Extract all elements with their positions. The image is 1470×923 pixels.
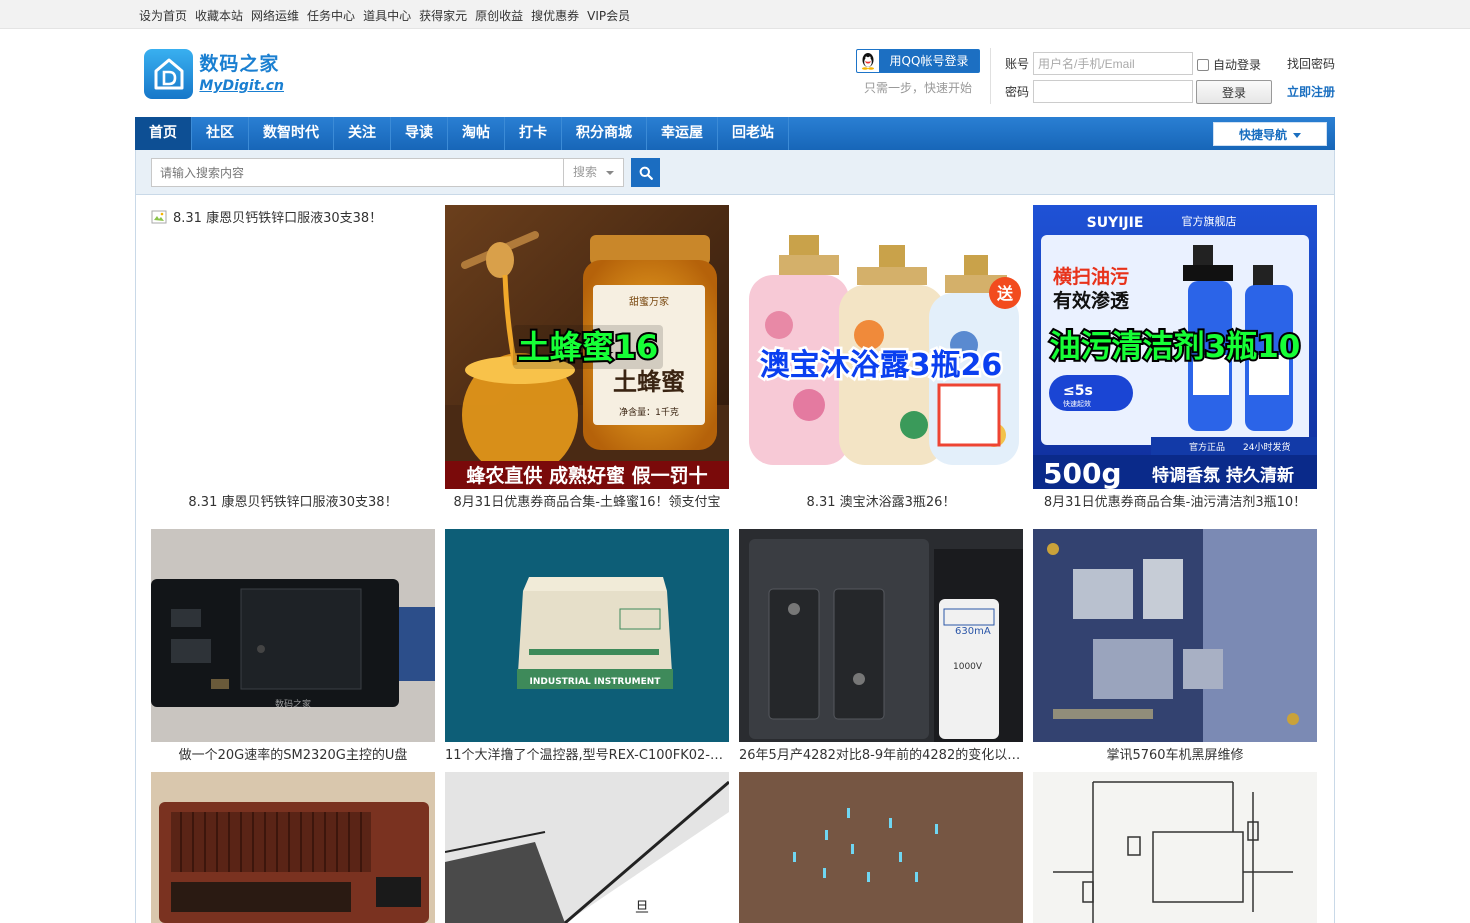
thermostat-box-text: INDUSTRIAL INSTRUMENT: [530, 677, 662, 687]
nav-item-lucky-house[interactable]: 幸运屋: [647, 117, 718, 150]
thumb-thermostat-box[interactable]: INDUSTRIAL INSTRUMENT: [445, 529, 729, 742]
chevron-down-icon: [606, 171, 614, 175]
qq-login-label: 用QQ帐号登录: [879, 50, 979, 72]
thumb-4282-compare[interactable]: 630mA 1000V: [739, 529, 1023, 742]
thumb-usb-drive[interactable]: 数码之家: [151, 529, 435, 742]
top-link-network[interactable]: 网络运维: [251, 7, 299, 24]
top-link-tasks[interactable]: 任务中心: [307, 7, 355, 24]
nav-item-guide[interactable]: 导读: [391, 117, 448, 150]
search-type-value: 搜索: [573, 165, 598, 179]
login-button[interactable]: 登录: [1196, 80, 1272, 104]
top-links: 设为首页 收藏本站 网络运维 任务中心 道具中心 获得家元 原创收益 搜优惠券 …: [139, 7, 630, 24]
nav-item-digital-era[interactable]: 数智时代: [249, 117, 334, 150]
cleaner-tag-2: 24小时发货: [1243, 441, 1290, 453]
top-link-coupons[interactable]: 搜优惠券: [531, 7, 579, 24]
thumb-cleaner[interactable]: SUYIJIE 官方旗舰店 横扫油污 有效渗透 ≤5s 快速起效 油污清洁剂3瓶…: [1033, 205, 1317, 489]
top-link-bookmark[interactable]: 收藏本站: [195, 7, 243, 24]
qq-penguin-icon: [857, 50, 879, 72]
auto-login-label: 自动登录: [1213, 58, 1262, 72]
cleaner-tag-1: 官方正品: [1189, 441, 1225, 453]
thumb-bodywash[interactable]: 送 澳宝沐浴露3瓶26: [739, 205, 1023, 489]
nav-item-checkin[interactable]: 打卡: [505, 117, 562, 150]
cleaner-headline-1: 横扫油污: [1053, 265, 1129, 288]
logo-text-en: MyDigit.cn: [199, 78, 284, 94]
qq-login-subtext: 只需一步，快速开始: [864, 81, 973, 95]
thumb-schematic[interactable]: [1033, 772, 1317, 923]
jar-text: 土蜂蜜: [613, 367, 685, 396]
svg-text:630mA: 630mA: [955, 626, 991, 637]
svg-text:数码之家: 数码之家: [275, 698, 311, 710]
cleaner-badge-sub: 快速起效: [1063, 399, 1091, 408]
nav-item-community[interactable]: 社区: [192, 117, 249, 150]
quick-nav-label: 快捷导航: [1238, 128, 1287, 142]
broken-image-icon: [151, 210, 167, 223]
nav-item-old-site[interactable]: 回老站: [718, 117, 789, 150]
auto-login-checkbox[interactable]: 自动登录: [1197, 56, 1261, 73]
search-bar: 搜索: [135, 150, 1335, 195]
thumb-heater[interactable]: [151, 772, 435, 923]
cleaner-brand: SUYIJIE: [1087, 215, 1144, 231]
honey-overlay-text: 土蜂蜜16: [518, 328, 659, 366]
card-title-1[interactable]: 8.31 康恩贝钙铁锌口服液30支38！: [151, 491, 435, 510]
honey-banner-text: 蜂农直供 成熟好蜜 假一罚十: [466, 464, 707, 487]
jar-net: 净含量：1千克: [619, 406, 679, 418]
thumb-building[interactable]: 旦: [445, 772, 729, 923]
password-label: 密码: [1005, 85, 1030, 99]
card-title-3[interactable]: 8.31 澳宝沐浴露3瓶26！: [739, 491, 1023, 510]
top-bar: 设为首页 收藏本站 网络运维 任务中心 道具中心 获得家元 原创收益 搜优惠券 …: [0, 0, 1470, 29]
broken-image-card-1[interactable]: 8.31 康恩贝钙铁锌口服液30支38！: [151, 205, 435, 489]
card-title-8[interactable]: 掌讯5760车机黑屏维修: [1033, 744, 1317, 763]
card-title-4[interactable]: 8月31日优惠券商品合集-油污清洁剂3瓶10！: [1033, 491, 1317, 510]
top-link-props[interactable]: 道具中心: [363, 7, 411, 24]
password-input[interactable]: [1033, 80, 1193, 103]
cleaner-slogan: 特调香氛 持久清新: [1152, 465, 1294, 486]
search-icon: [639, 166, 653, 180]
svg-text:旦: 旦: [635, 900, 649, 916]
card-title-7[interactable]: 26年5月产4282对比8-9年前的4282的变化以及...: [739, 744, 1023, 763]
logo-text-cn: 数码之家: [199, 53, 280, 75]
bodywash-overlay-text: 澳宝沐浴露3瓶26: [760, 348, 1003, 383]
cleaner-badge: ≤5s: [1063, 383, 1093, 399]
card-title-5[interactable]: 做一个20G速率的SM2320G主控的U盘: [151, 744, 435, 763]
card-title-2[interactable]: 8月31日优惠券商品合集-土蜂蜜16！领支付宝: [445, 491, 729, 510]
logo-house-icon: [144, 49, 194, 99]
site-logo[interactable]: 数码之家 MyDigit.cn: [144, 48, 284, 100]
account-input[interactable]: [1033, 52, 1193, 75]
search-button[interactable]: [631, 158, 660, 187]
cleaner-store: 官方旗舰店: [1182, 214, 1237, 228]
jar-brand: 甜蜜万家: [629, 295, 669, 308]
account-label: 账号: [1005, 57, 1030, 71]
card-title-6[interactable]: 11个大洋撸了个温控器,型号REX-C100FK02-M*AN: [445, 744, 729, 763]
search-input[interactable]: [151, 158, 564, 187]
checkbox-box[interactable]: [1197, 58, 1209, 71]
thumb-car-unit-repair[interactable]: [1033, 529, 1317, 742]
gift-badge: 送: [996, 284, 1014, 303]
main-nav: 首页 社区 数智时代 关注 导读 淘帖 打卡 积分商城 幸运屋 回老站 快捷导航: [135, 117, 1335, 150]
nav-item-collections[interactable]: 淘帖: [448, 117, 505, 150]
nav-item-home[interactable]: 首页: [135, 117, 192, 150]
quick-nav-button[interactable]: 快捷导航: [1213, 122, 1327, 146]
forgot-password-link[interactable]: 找回密码: [1287, 55, 1335, 72]
cleaner-weight: 500g: [1043, 457, 1122, 489]
top-link-vip[interactable]: VIP会员: [587, 7, 630, 24]
top-link-earnings[interactable]: 原创收益: [475, 7, 523, 24]
register-link[interactable]: 立即注册: [1287, 83, 1335, 100]
thumb-leds[interactable]: [739, 772, 1023, 923]
login-divider: [990, 48, 991, 104]
broken-image-alt: 8.31 康恩贝钙铁锌口服液30支38！: [173, 211, 383, 226]
nav-item-points-mall[interactable]: 积分商城: [562, 117, 647, 150]
search-type-select[interactable]: 搜索: [563, 158, 624, 187]
svg-text:1000V: 1000V: [953, 662, 983, 672]
cleaner-headline-2: 有效渗透: [1053, 289, 1130, 312]
qq-login-button[interactable]: 用QQ帐号登录: [856, 49, 980, 73]
chevron-down-icon: [1293, 133, 1301, 138]
cleaner-overlay-text: 油污清洁剂3瓶10: [1050, 329, 1301, 365]
top-link-coins[interactable]: 获得家元: [419, 7, 467, 24]
top-link-set-home[interactable]: 设为首页: [139, 7, 187, 24]
nav-item-follow[interactable]: 关注: [334, 117, 391, 150]
thumb-honey[interactable]: 甜蜜万家 土蜂蜜 净含量：1千克 土蜂蜜16 蜂农直供 成熟好蜜 假一罚十: [445, 205, 729, 489]
